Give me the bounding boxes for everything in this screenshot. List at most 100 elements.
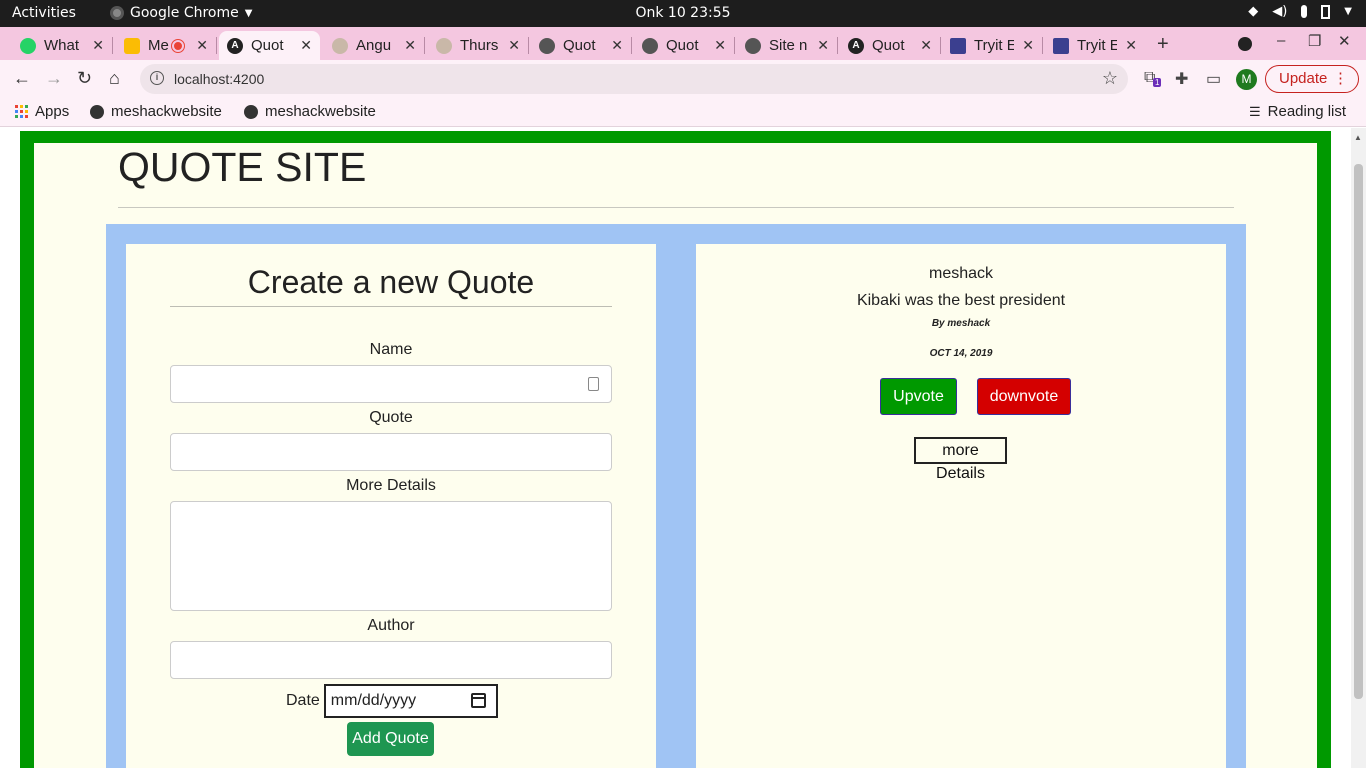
tree-icon (332, 37, 348, 54)
restore-icon[interactable]: ❐ (1308, 32, 1321, 50)
tab-search-icon[interactable] (1238, 37, 1252, 51)
reload-icon[interactable]: ↻ (77, 68, 92, 89)
tab[interactable]: What ✕ (12, 31, 113, 60)
bookmark-label: meshackwebsite (265, 103, 376, 120)
calendar-icon[interactable] (470, 693, 486, 708)
angular-icon: A (227, 37, 243, 54)
tab[interactable]: Tryit E ✕ (1045, 31, 1145, 60)
home-icon[interactable]: ⌂ (109, 68, 120, 89)
whatsapp-icon (20, 37, 36, 54)
tab[interactable]: Quot ✕ (531, 31, 632, 60)
address-bar[interactable]: i localhost:4200 ☆ (140, 64, 1128, 94)
reading-list-label: Reading list (1267, 103, 1347, 120)
downvote-button[interactable]: downvote (977, 378, 1071, 415)
close-window-icon[interactable]: ✕ (1338, 32, 1351, 50)
tab-strip: What ✕ Me ✕ A Quot ✕ Angu ✕ Thurs ✕ Quot… (0, 27, 1366, 60)
angular-icon: A (848, 37, 864, 54)
quote-card: meshack Kibaki was the best president By… (696, 244, 1226, 768)
back-arrow-icon[interactable]: ← (13, 68, 31, 89)
app-menu-label: Google Chrome (130, 5, 239, 21)
globe-icon (642, 37, 658, 54)
tab[interactable]: Me ✕ (116, 31, 217, 60)
tab[interactable]: Angu ✕ (324, 31, 425, 60)
tree-icon (436, 37, 452, 54)
tab-label: Angu (356, 37, 392, 54)
close-tab-icon[interactable]: ✕ (508, 37, 520, 54)
chrome-icon (110, 6, 124, 20)
bookmark-star-icon[interactable]: ☆ (1102, 68, 1118, 89)
close-tab-icon[interactable]: ✕ (920, 37, 932, 54)
tab[interactable]: Tryit E ✕ (942, 31, 1043, 60)
close-tab-icon[interactable]: ✕ (714, 37, 726, 54)
more-details-button[interactable]: more Details (914, 437, 1007, 482)
tab[interactable]: A Quot ✕ (840, 31, 941, 60)
system-tray[interactable]: ◆ ◀) ▼ (1248, 4, 1352, 19)
forward-arrow-icon[interactable]: → (45, 68, 63, 89)
url-text[interactable]: localhost:4200 (174, 71, 264, 87)
reading-list-icon: ☰ (1249, 103, 1261, 119)
browser-toolbar: ← → ↻ ⌂ i localhost:4200 ☆ ⧉ 1 ✚ ▭ M Upda… (0, 60, 1366, 98)
scroll-up-icon[interactable]: ▲ (1354, 133, 1362, 142)
scrollbar-thumb[interactable] (1354, 164, 1363, 699)
tab-label: What (44, 37, 80, 54)
recording-icon (171, 38, 185, 53)
globe-icon (244, 104, 258, 119)
minimize-icon[interactable]: – (1277, 32, 1285, 49)
activities-button[interactable]: Activities (12, 5, 76, 21)
name-field[interactable] (170, 365, 612, 403)
quote-text: Kibaki was the best president (856, 292, 1066, 309)
globe-icon (90, 104, 104, 119)
avatar[interactable]: M (1236, 69, 1257, 90)
bookmark-item[interactable]: meshackwebsite (90, 103, 222, 120)
date-input[interactable]: mm/dd/yyyy (323, 684, 498, 718)
puzzle-icon[interactable]: ✚ (1175, 69, 1188, 89)
bookmark-label: meshackwebsite (111, 103, 222, 120)
info-icon[interactable]: i (150, 71, 164, 85)
bookmark-apps[interactable]: Apps (15, 103, 69, 120)
tab-label: Quot (666, 37, 699, 54)
chevron-down-icon: ▼ (1344, 6, 1352, 17)
tab[interactable]: Site n ✕ (737, 31, 838, 60)
tab-label: Tryit E (974, 37, 1014, 54)
w3schools-icon (1053, 37, 1069, 54)
password-manager-icon[interactable] (588, 377, 599, 391)
menu-dots-icon: ⋮ (1333, 70, 1348, 87)
caret-down-icon: ▼ (244, 7, 253, 19)
close-tab-icon[interactable]: ✕ (92, 37, 104, 54)
bookmark-item[interactable]: meshackwebsite (244, 103, 376, 120)
volume-icon: ◀) (1272, 4, 1288, 19)
quote-label: Quote (369, 409, 413, 426)
w3schools-icon (950, 37, 966, 54)
tab[interactable]: Thurs ✕ (428, 31, 529, 60)
add-quote-button[interactable]: Add Quote (347, 722, 434, 756)
tab-label: Site n (769, 37, 808, 54)
tab-label: Quot (251, 37, 284, 54)
tab[interactable]: Quot ✕ (634, 31, 735, 60)
clock[interactable]: Onk 10 23:55 (635, 5, 730, 21)
close-tab-icon[interactable]: ✕ (611, 37, 623, 54)
microphone-icon (1301, 5, 1308, 18)
close-tab-icon[interactable]: ✕ (196, 37, 208, 54)
title-divider (118, 207, 1234, 208)
update-label: Update (1279, 70, 1328, 87)
quote-field[interactable] (170, 433, 612, 471)
close-tab-icon[interactable]: ✕ (300, 37, 312, 54)
details-textarea[interactable] (170, 501, 612, 611)
tab-label: Quot (563, 37, 596, 54)
author-field[interactable] (170, 641, 612, 679)
close-tab-icon[interactable]: ✕ (404, 37, 416, 54)
page-scrollbar[interactable]: ▲ (1351, 128, 1366, 768)
close-tab-icon[interactable]: ✕ (817, 37, 829, 54)
system-top-bar: Activities Google Chrome ▼ Onk 10 23:55 … (0, 0, 1366, 27)
date-label: Date (286, 692, 320, 709)
cast-icon[interactable]: ▭ (1206, 69, 1221, 89)
extension-icon[interactable]: ⧉ 1 (1144, 69, 1162, 87)
tab-active[interactable]: A Quot ✕ (219, 31, 320, 60)
reading-list-button[interactable]: ☰ Reading list (1249, 103, 1346, 120)
new-tab-button[interactable]: + (1157, 33, 1169, 56)
close-tab-icon[interactable]: ✕ (1125, 37, 1137, 54)
close-tab-icon[interactable]: ✕ (1022, 37, 1034, 54)
update-button[interactable]: Update ⋮ (1265, 65, 1359, 93)
upvote-button[interactable]: Upvote (880, 378, 957, 415)
app-menu[interactable]: Google Chrome ▼ (110, 5, 252, 21)
